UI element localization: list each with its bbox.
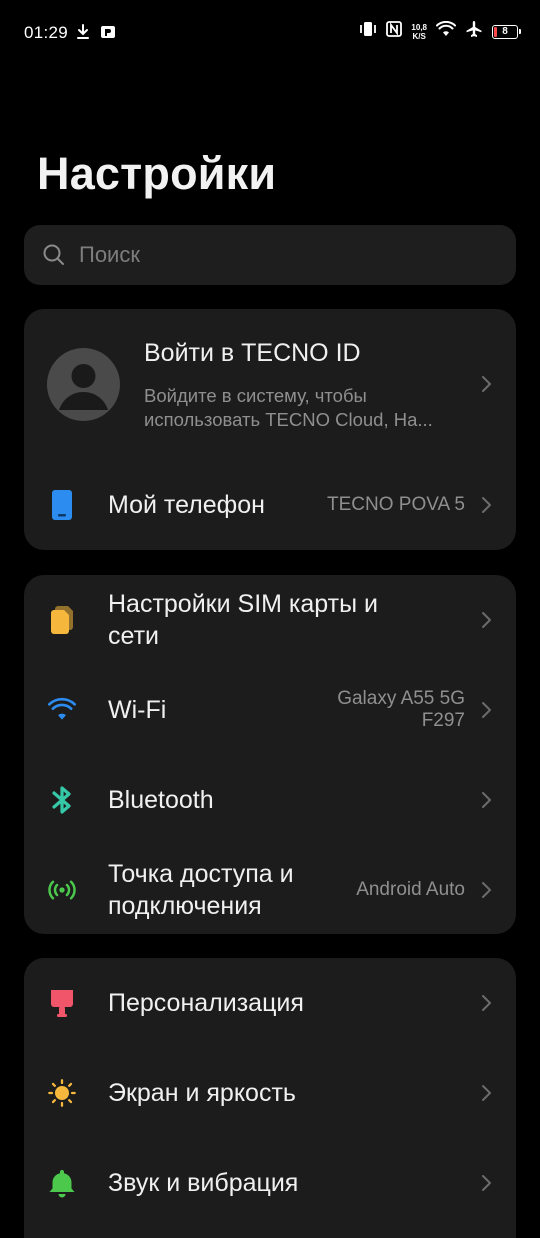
sim-label-line1: Настройки SIM карты и	[108, 590, 378, 618]
page-title: Настройки	[37, 148, 277, 199]
brush-icon	[48, 989, 76, 1017]
wifi-row[interactable]: Wi-Fi Galaxy A55 5G F297	[24, 665, 516, 755]
search-input[interactable]: Поиск	[24, 225, 516, 285]
tecno-id-login-row[interactable]: Войти в TECNO ID Войдите в систему, чтоб…	[24, 309, 516, 459]
account-subtitle-line1: Войдите в систему, чтобы	[144, 385, 367, 406]
chevron-right-icon	[480, 1083, 494, 1103]
account-subtitle: Войдите в систему, чтобы использовать TE…	[144, 384, 464, 432]
status-right-icons: 10,8 K/S 8	[359, 20, 521, 43]
bluetooth-label: Bluetooth	[108, 786, 214, 814]
net-speed-unit: K/S	[412, 31, 426, 41]
bell-icon	[48, 1169, 76, 1198]
connectivity-card: Настройки SIM карты и сети Wi-Fi Galaxy …	[24, 575, 516, 934]
wifi-network-line2: F297	[421, 710, 465, 731]
airplane-icon	[465, 20, 483, 43]
sim-settings-row[interactable]: Настройки SIM карты и сети	[24, 575, 516, 665]
sim-label-line2: сети	[108, 622, 159, 650]
search-icon	[42, 243, 66, 267]
screen-brightness-row[interactable]: Экран и яркость	[24, 1048, 516, 1138]
vibrate-icon	[359, 21, 377, 42]
hotspot-icon	[48, 876, 76, 904]
chevron-right-icon	[480, 700, 494, 720]
sound-vibration-label: Звук и вибрация	[108, 1169, 299, 1197]
personalization-row[interactable]: Персонализация	[24, 958, 516, 1048]
download-icon	[76, 24, 90, 45]
account-card: Войти в TECNO ID Войдите в систему, чтоб…	[24, 309, 516, 550]
wifi-label: Wi-Fi	[108, 696, 167, 724]
sim-card-icon	[48, 606, 76, 634]
sim-settings-label: Настройки SIM карты и сети	[108, 575, 378, 665]
phone-icon	[48, 490, 76, 520]
hotspot-label: Точка доступа и подключения	[108, 845, 294, 934]
chevron-right-icon	[480, 790, 494, 810]
my-phone-value: TECNO POVA 5	[327, 494, 465, 515]
hotspot-value: Android Auto	[356, 879, 465, 900]
net-speed-value: 10,8	[411, 22, 427, 32]
screen-brightness-label: Экран и яркость	[108, 1079, 296, 1107]
chevron-right-icon	[480, 610, 494, 630]
sound-vibration-row[interactable]: Звук и вибрация	[24, 1138, 516, 1228]
avatar	[47, 348, 120, 421]
bluetooth-icon	[48, 786, 76, 814]
status-left-icons	[76, 24, 116, 45]
hotspot-label-line1: Точка доступа и	[108, 860, 294, 888]
wifi-icon	[436, 20, 456, 42]
chevron-right-icon	[480, 1173, 494, 1193]
status-bar: 01:29 10,8 K/S 8	[0, 0, 540, 68]
chevron-right-icon	[480, 993, 494, 1013]
sun-icon	[48, 1079, 76, 1107]
account-subtitle-line2: использовать TECNO Cloud, На...	[144, 409, 433, 430]
bluetooth-row[interactable]: Bluetooth	[24, 755, 516, 845]
personalization-label: Персонализация	[108, 989, 304, 1017]
account-title: Войти в TECNO ID	[144, 339, 361, 367]
net-speed: 10,8 K/S	[411, 23, 427, 41]
my-phone-row[interactable]: Мой телефон TECNO POVA 5	[24, 460, 516, 550]
chevron-right-icon	[480, 495, 494, 515]
pay-icon	[100, 24, 116, 45]
battery-level: 8	[502, 26, 508, 37]
hotspot-label-line2: подключения	[108, 892, 262, 920]
display-card: Персонализация Экран и яркость Звук и ви…	[24, 958, 516, 1238]
chevron-right-icon	[480, 880, 494, 900]
wifi-value: Galaxy A55 5G F297	[337, 665, 465, 755]
hotspot-row[interactable]: Точка доступа и подключения Android Auto	[24, 845, 516, 934]
battery-icon: 8	[492, 24, 521, 39]
nfc-icon	[386, 21, 403, 42]
chevron-right-icon	[480, 374, 494, 394]
my-phone-label: Мой телефон	[108, 491, 265, 519]
wifi-icon	[48, 696, 76, 724]
search-placeholder: Поиск	[79, 242, 140, 267]
battery-fill	[494, 26, 497, 37]
wifi-network-line1: Galaxy A55 5G	[337, 688, 465, 709]
status-time: 01:29	[24, 23, 69, 42]
